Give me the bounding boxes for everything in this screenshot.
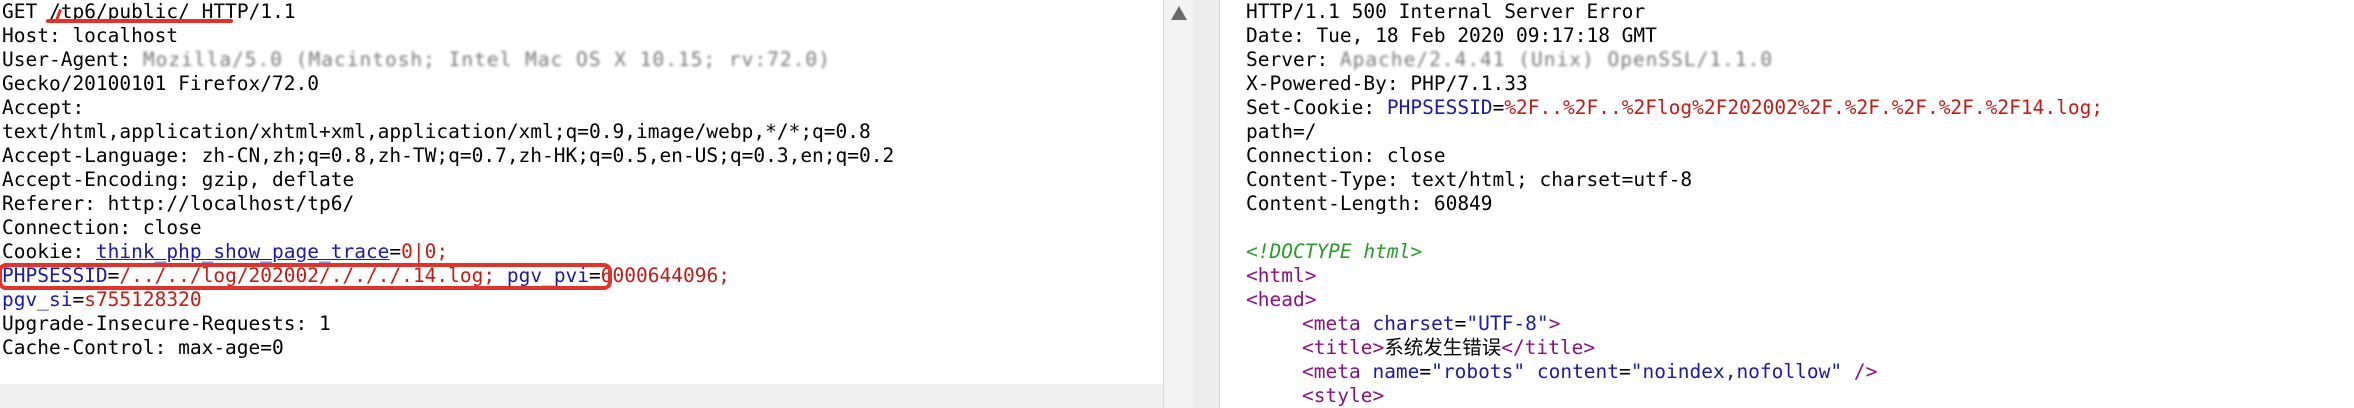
response-connection-header: Connection: close: [1246, 144, 1446, 167]
meta-content-value: "noindex,nofollow": [1630, 360, 1843, 383]
accept-value: text/html,application/xhtml+xml,applicat…: [2, 120, 871, 143]
pgv-pvi-value: 6000644096;: [600, 264, 730, 287]
date-header: Date: Tue, 18 Feb 2020 09:17:18 GMT: [1246, 24, 1657, 47]
accept-encoding-header: Accept-Encoding: gzip, deflate: [2, 168, 355, 191]
set-cookie-value: %2F..%2F..%2Flog%2F202002%2F.%2F.%2F.%2F…: [1504, 96, 2104, 119]
meta-close: >: [1548, 312, 1561, 335]
pane-splitter[interactable]: [1193, 0, 1220, 408]
style-open-tag: <style>: [1302, 384, 1385, 407]
pgv-si-name: pgv_si: [2, 288, 73, 311]
status-line: HTTP/1.1 500 Internal Server Error: [1246, 0, 1646, 23]
meta-charset-line: <meta charset="UTF-8">: [1302, 312, 1561, 335]
gecko-line: Gecko/20100101 Firefox/72.0: [2, 72, 319, 95]
title-line: <title>系统发生错误</title>: [1302, 336, 1595, 360]
set-cookie-name: PHPSESSID: [1386, 96, 1493, 119]
title-open-tag: <title>: [1302, 336, 1385, 359]
meta-robots-close: />: [1853, 360, 1878, 383]
html-open-tag: <html>: [1246, 264, 1317, 287]
server-header: Server: Apache/2.4.41 (Unix) OpenSSL/1.1…: [1246, 48, 1773, 72]
cookie-header: Cookie: think_php_show_page_trace=0|0;: [2, 240, 448, 264]
phpsessid-highlight-annotation: [0, 263, 612, 290]
request-pane[interactable]: GET /tp6/public/ HTTP/1.1 Host: localhos…: [0, 0, 1163, 408]
server-label: Server:: [1246, 48, 1340, 71]
cookie-trace-name: think_php_show_page_trace: [95, 240, 390, 263]
head-open-tag: <head>: [1246, 288, 1317, 311]
set-cookie-eq: =: [1492, 96, 1505, 119]
host-header: Host: localhost: [2, 24, 179, 47]
title-close-tag: </title>: [1501, 336, 1596, 359]
user-agent-label: User-Agent:: [2, 48, 143, 71]
meta-robots-line: <meta name="robots" content="noindex,nof…: [1302, 360, 1878, 383]
cookie-trace-eq: =: [389, 240, 402, 263]
meta-name-value: "robots": [1431, 360, 1526, 383]
response-pane[interactable]: HTTP/1.1 500 Internal Server Error Date:…: [1220, 0, 2354, 408]
powered-by-header: X-Powered-By: PHP/7.1.33: [1246, 72, 1528, 95]
user-agent-header: User-Agent: Mozilla/5.0 (Macintosh; Inte…: [2, 48, 831, 72]
request-pane-footer: [0, 384, 1163, 408]
cache-control-header: Cache-Control: max-age=0: [2, 336, 284, 359]
meta-charset-attr: charset: [1372, 312, 1455, 335]
scroll-thumb[interactable]: [1170, 26, 1188, 386]
set-cookie-label: Set-Cookie:: [1246, 96, 1387, 119]
server-redacted: Apache/2.4.41 (Unix) OpenSSL/1.1.0: [1339, 48, 1774, 71]
user-agent-redacted: Mozilla/5.0 (Macintosh; Intel Mac OS X 1…: [142, 48, 831, 71]
content-type-header: Content-Type: text/html; charset=utf-8: [1246, 168, 1693, 191]
cookie-label: Cookie:: [2, 240, 96, 263]
title-text: 系统发生错误: [1384, 336, 1502, 359]
request-scrollbar[interactable]: [1163, 0, 1194, 408]
scroll-up-arrow-icon[interactable]: [1171, 6, 1187, 20]
accept-language-header: Accept-Language: zh-CN,zh;q=0.8,zh-TW;q=…: [2, 144, 895, 167]
meta-name-attr: name: [1372, 360, 1420, 383]
accept-label: Accept:: [2, 96, 85, 119]
meta-open-tag: <meta: [1302, 312, 1361, 335]
connection-header: Connection: close: [2, 216, 202, 239]
meta-robots-open: <meta: [1302, 360, 1361, 383]
pgv-si-value: s755128320: [84, 288, 202, 311]
request-method: GET: [2, 0, 38, 23]
meta-content-attr: content: [1536, 360, 1620, 383]
set-cookie-header: Set-Cookie: PHPSESSID=%2F..%2F..%2Flog%2…: [1246, 96, 2103, 120]
path-underline-annotation: [46, 19, 233, 23]
set-cookie-path: path=/: [1246, 120, 1317, 143]
content-length-header: Content-Length: 60849: [1246, 192, 1493, 215]
doctype-line: <!DOCTYPE html>: [1246, 240, 1423, 263]
meta-charset-value: "UTF-8": [1466, 312, 1549, 335]
pgv-si-eq: =: [72, 288, 85, 311]
cookie-trace-value: 0|0;: [401, 240, 449, 263]
referer-header: Referer: http://localhost/tp6/: [2, 192, 355, 215]
upgrade-insecure-header: Upgrade-Insecure-Requests: 1: [2, 312, 331, 335]
pgv-si-line: pgv_si=s755128320: [2, 288, 202, 312]
